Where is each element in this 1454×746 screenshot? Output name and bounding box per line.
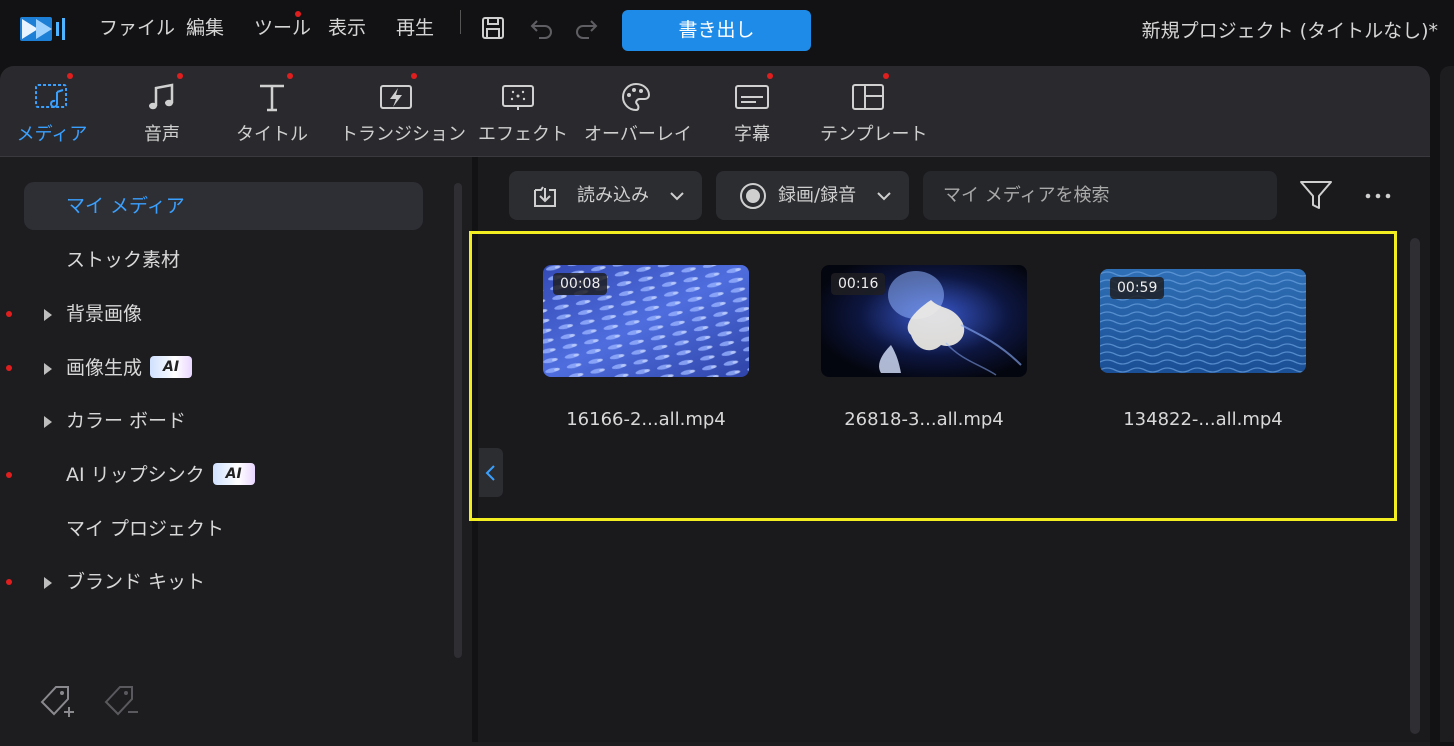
tab-subtitle-label: 字幕	[734, 124, 770, 145]
import-icon	[534, 186, 556, 207]
media-filename: 16166-2...all.mp4	[566, 409, 726, 430]
menu-playback[interactable]: 再生	[396, 14, 434, 42]
expand-arrow-icon[interactable]	[44, 577, 52, 589]
sidebar-notification-dot	[6, 579, 12, 585]
media-filename: 134822-...all.mp4	[1123, 409, 1283, 430]
transition-icon	[380, 85, 412, 109]
media-thumbnail[interactable]: 00:08	[543, 265, 749, 377]
filter-icon[interactable]	[1298, 178, 1334, 212]
media-search-input[interactable]: マイ メディアを検索	[923, 171, 1277, 220]
subtitle-icon	[735, 85, 769, 109]
tab-audio-notification-dot	[177, 73, 183, 79]
undo-icon[interactable]	[527, 14, 555, 42]
tab-audio[interactable]: 音声	[126, 76, 198, 150]
tab-subtitle-notification-dot	[767, 73, 773, 79]
expand-arrow-icon[interactable]	[44, 309, 52, 321]
tab-audio-label: 音声	[144, 124, 180, 145]
sidebar-item-my-projects[interactable]: マイ プロジェクト	[24, 505, 423, 553]
chevron-down-icon	[877, 192, 891, 201]
media-thumbnail[interactable]: 00:59	[1100, 269, 1306, 373]
import-label: 読み込み	[577, 185, 649, 206]
template-icon	[852, 84, 884, 110]
add-tag-icon[interactable]	[38, 682, 80, 720]
sidebar-item-my-media[interactable]: マイ メディア	[24, 182, 423, 230]
sidebar-item-label: AI リップシンク	[66, 464, 205, 486]
content-scrollbar[interactable]	[1410, 238, 1420, 734]
project-title: 新規プロジェクト (タイトルなし)*	[1141, 20, 1438, 42]
expand-arrow-icon[interactable]	[44, 416, 52, 428]
sidebar-item-ai-lipsync[interactable]: AI リップシンク AI	[24, 451, 423, 499]
sidebar-item-background-images[interactable]: 背景画像	[24, 290, 423, 338]
tab-transition-notification-dot	[411, 73, 417, 79]
record-button[interactable]: 録画/録音	[716, 171, 909, 220]
sidebar-item-label: 背景画像	[66, 303, 143, 325]
tab-template[interactable]: テンプレート	[820, 76, 928, 150]
sidebar-item-color-board[interactable]: カラー ボード	[24, 397, 423, 445]
tab-effect[interactable]: エフェクト	[478, 76, 568, 150]
media-thumbnail[interactable]: 00:16	[821, 265, 1027, 377]
chevron-down-icon	[670, 192, 684, 201]
tab-media-notification-dot	[67, 73, 73, 79]
ai-badge: AI	[212, 462, 255, 485]
remove-tag-icon[interactable]	[102, 682, 144, 720]
media-icon	[35, 84, 67, 108]
title-text-icon	[260, 84, 284, 112]
ai-badge: AI	[150, 355, 193, 378]
tab-title[interactable]: タイトル	[232, 76, 312, 150]
sidebar-item-image-generation[interactable]: 画像生成 AI	[24, 344, 423, 392]
music-note-icon	[149, 83, 174, 110]
sidebar-item-label: ブランド キット	[66, 571, 206, 593]
tab-template-label: テンプレート	[820, 124, 928, 145]
tab-transition[interactable]: トランジション	[340, 76, 466, 150]
sidebar-notification-dot	[6, 472, 12, 478]
menu-file[interactable]: ファイル	[99, 14, 175, 42]
menu-view[interactable]: 表示	[328, 14, 366, 42]
tab-transition-label: トランジション	[340, 124, 466, 145]
chevron-left-icon	[485, 465, 495, 481]
duration-badge: 00:08	[553, 273, 608, 295]
collapse-sidebar-button[interactable]	[479, 448, 503, 497]
tab-template-notification-dot	[883, 73, 889, 79]
expand-arrow-icon[interactable]	[44, 363, 52, 375]
record-icon	[740, 183, 766, 209]
tab-effect-label: エフェクト	[478, 124, 568, 145]
menu-separator	[460, 10, 461, 34]
room-tabs-bar	[0, 66, 1430, 157]
menu-tools[interactable]: ツール	[254, 14, 311, 42]
sidebar-item-label: マイ プロジェクト	[66, 518, 225, 540]
overlay-palette-icon	[622, 82, 651, 112]
right-panel-edge	[1440, 66, 1454, 742]
app-logo-icon	[20, 17, 65, 41]
tab-overlay-label: オーバーレイ	[584, 124, 692, 145]
tab-media-label: メディア	[16, 124, 88, 145]
import-button[interactable]: 読み込み	[509, 171, 702, 220]
effect-icon	[502, 85, 534, 110]
save-icon[interactable]	[479, 14, 507, 42]
more-options-icon[interactable]	[1362, 184, 1394, 208]
sidebar-item-label: ストック素材	[66, 249, 181, 271]
tab-title-label: タイトル	[236, 124, 308, 145]
sidebar-item-label: カラー ボード	[66, 410, 187, 432]
sidebar-item-stock-media[interactable]: ストック素材	[24, 236, 423, 284]
export-button[interactable]: 書き出し	[622, 10, 811, 51]
tab-subtitle[interactable]: 字幕	[718, 76, 786, 150]
sidebar-notification-dot	[6, 365, 12, 371]
sidebar-item-label: 画像生成	[66, 357, 143, 379]
tab-title-notification-dot	[287, 73, 293, 79]
record-label: 録画/録音	[778, 185, 857, 206]
sidebar-scrollbar[interactable]	[454, 183, 462, 658]
tab-media[interactable]: メディア	[14, 76, 90, 150]
duration-badge: 00:59	[1110, 277, 1165, 299]
menu-tools-notification-dot	[295, 11, 301, 17]
duration-badge: 00:16	[831, 273, 886, 295]
sidebar-item-label: マイ メディア	[66, 195, 185, 217]
redo-icon[interactable]	[573, 14, 601, 42]
media-filename: 26818-3...all.mp4	[844, 409, 1004, 430]
menu-edit[interactable]: 編集	[186, 14, 224, 42]
tab-overlay[interactable]: オーバーレイ	[584, 76, 692, 150]
sidebar-notification-dot	[6, 311, 12, 317]
sidebar-item-brand-kit[interactable]: ブランド キット	[24, 558, 423, 606]
